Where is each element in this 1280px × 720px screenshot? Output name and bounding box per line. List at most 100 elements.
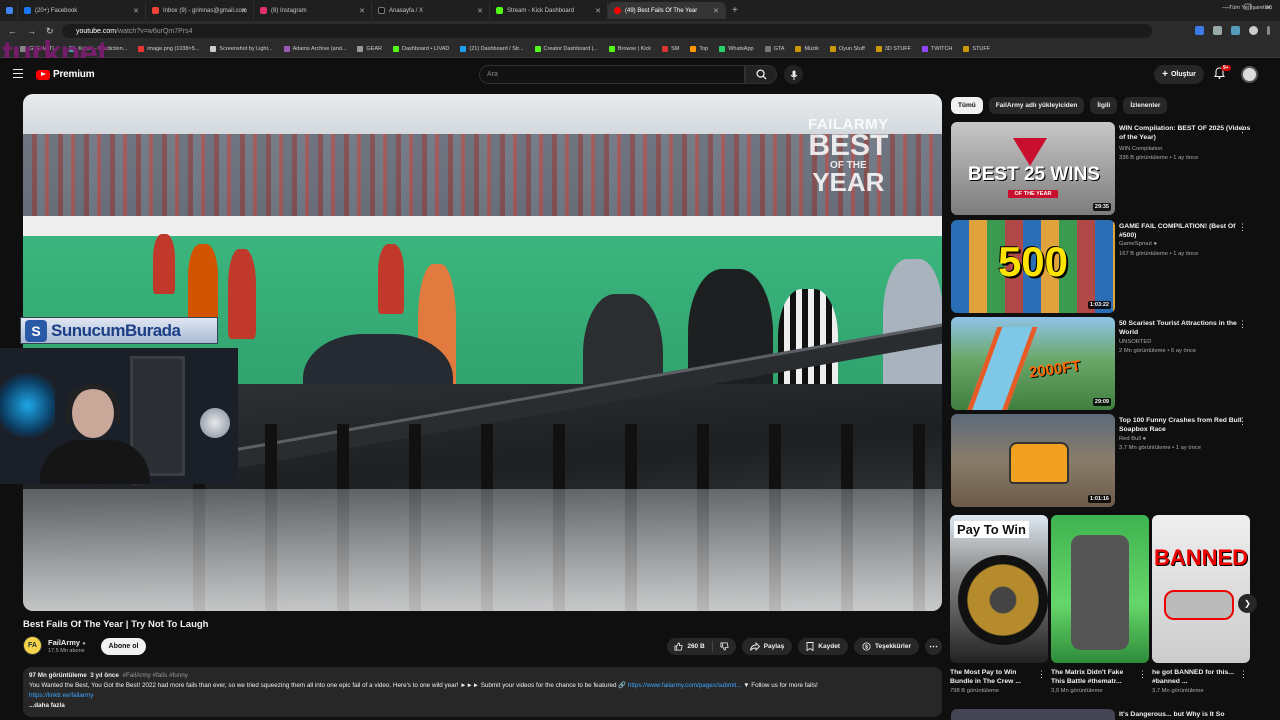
recommendation-item[interactable]: 2000FT 29:09 50 Scariest Tourist Attract…: [951, 317, 1271, 411]
video-thumbnail[interactable]: 1:01:16: [951, 414, 1115, 507]
wheel: [958, 555, 1048, 645]
search-button[interactable]: [745, 65, 777, 84]
close-tab-icon[interactable]: ✕: [595, 7, 601, 15]
tab-x[interactable]: Anasayfa / X ✕: [372, 2, 490, 19]
bookmark-item[interactable]: 3D STUFF: [875, 46, 911, 52]
search-input[interactable]: Ara: [479, 65, 745, 84]
bookmark-item[interactable]: image.png (1038×5...: [138, 46, 199, 52]
shorts-shelf: Pay To Win The Most Pay to Win Bundle in…: [950, 515, 1255, 715]
extension-icon[interactable]: [1195, 26, 1204, 35]
hashtags[interactable]: #FailArmy #fails #funny: [122, 672, 187, 679]
chip-from-uploader[interactable]: FailArmy adlı yükleyiciden: [988, 97, 1085, 114]
channel-avatar[interactable]: FA: [23, 636, 42, 655]
account-avatar[interactable]: [1241, 66, 1258, 83]
bookmark-item[interactable]: Dashboard • LIVAD: [393, 46, 449, 52]
bookmark-icon: [963, 46, 970, 52]
more-vert-icon[interactable]: ⋮: [1238, 319, 1247, 330]
close-tab-icon[interactable]: ✕: [133, 7, 139, 15]
bookmark-item[interactable]: Müzik: [795, 46, 819, 52]
youtube-logo[interactable]: Premium: [36, 69, 95, 80]
new-tab-button[interactable]: +: [732, 5, 738, 16]
more-vert-icon[interactable]: ⋮: [1238, 124, 1247, 135]
video-title: Best Fails Of The Year | Try Not To Laug…: [23, 619, 209, 630]
bookmark-item[interactable]: GTA: [764, 46, 784, 52]
bookmark-icon: [608, 46, 615, 52]
more-vert-icon[interactable]: ⋮: [1238, 222, 1247, 233]
chip-all[interactable]: Tümü: [951, 97, 983, 114]
short-item[interactable]: Pay To Win The Most Pay to Win Bundle in…: [950, 515, 1048, 694]
like-button[interactable]: 260 B: [667, 641, 713, 652]
bookmark-icon: [764, 46, 771, 52]
bookmark-item[interactable]: Oyun Stuff: [829, 46, 865, 52]
recommendation-item[interactable]: 500 1:03:22 GAME FAIL COMPILATION! (Best…: [951, 220, 1271, 314]
thanks-button[interactable]: $ Teşekkürler: [853, 638, 919, 655]
close-tab-icon[interactable]: ✕: [241, 7, 247, 15]
recommendation-item[interactable]: It's Dangerous... but Why is It So: [951, 709, 1271, 720]
submit-link[interactable]: https://www.failarmy.com/pages/submit...: [628, 682, 742, 689]
video-description[interactable]: 97 Mn görüntüleme 3 yıl önce #FailArmy #…: [23, 667, 942, 717]
more-vert-icon[interactable]: ⋮: [1138, 669, 1147, 680]
bookmark-item[interactable]: STUFF: [963, 46, 990, 52]
close-tab-icon[interactable]: ✕: [477, 7, 483, 15]
share-button[interactable]: Paylaş: [741, 638, 793, 655]
bookmark-icon: [795, 46, 802, 52]
hamburger-menu-icon[interactable]: [13, 69, 23, 78]
mic-icon: [790, 70, 797, 80]
short-thumbnail[interactable]: [1051, 515, 1149, 663]
tab-instagram[interactable]: (8) Instagram ✕: [254, 2, 372, 19]
create-button[interactable]: + Oluştur: [1154, 65, 1204, 84]
recommendation-item[interactable]: BEST 25 WINS OF THE YEAR 29:35 WIN Compi…: [951, 122, 1271, 216]
tab-facebook[interactable]: (20+) Facebook ✕: [18, 2, 146, 19]
more-vert-icon[interactable]: ⋮: [1238, 416, 1247, 427]
more-vert-icon[interactable]: ⋮: [1239, 669, 1248, 680]
channel-row: FA FailArmy ● 17,5 Mn abone Abone ol 260…: [23, 636, 942, 658]
bookmark-item[interactable]: Screenshot by Light...: [210, 46, 273, 52]
close-tab-icon[interactable]: ✕: [713, 7, 719, 15]
instagram-icon: [260, 7, 267, 14]
show-more[interactable]: ...daha fazla: [29, 702, 65, 709]
video-thumbnail[interactable]: 500 1:03:22: [951, 220, 1115, 313]
all-bookmarks[interactable]: Tüm Yer İşaretleri: [1229, 5, 1272, 11]
linktree-link[interactable]: https://linktr.ee/failarmy: [29, 692, 93, 699]
bookmark-item[interactable]: Browse | Kick: [608, 46, 651, 52]
video-thumbnail[interactable]: BEST 25 WINS OF THE YEAR 29:35: [951, 122, 1115, 215]
bookmark-item[interactable]: (21) Dashboard / Str...: [460, 46, 524, 52]
chevron-right-icon: ❯: [1244, 599, 1251, 608]
bookmark-item[interactable]: Adams Archive (and...: [283, 46, 346, 52]
chip-related[interactable]: İlgili: [1090, 97, 1118, 114]
close-tab-icon[interactable]: ✕: [359, 7, 365, 15]
dislike-button[interactable]: [713, 642, 736, 651]
tab-pinned[interactable]: [0, 2, 18, 19]
save-button[interactable]: Kaydet: [798, 638, 848, 655]
verified-icon: ●: [1153, 241, 1158, 247]
tab-gmail[interactable]: Inbox (9) - grimnas@gmail.com ✕: [146, 2, 254, 19]
menu-icon[interactable]: [1267, 26, 1270, 35]
bookmark-item[interactable]: Top: [690, 46, 708, 52]
bookmark-icon: [138, 46, 145, 52]
shorts-next-button[interactable]: ❯: [1238, 594, 1257, 613]
video-thumbnail[interactable]: 2000FT 29:09: [951, 317, 1115, 410]
short-item[interactable]: The Matrix Didn't Fake This Battle #them…: [1051, 515, 1149, 694]
more-vert-icon[interactable]: ⋮: [1037, 669, 1046, 680]
more-actions-button[interactable]: ⋯: [925, 638, 942, 655]
extension-icon[interactable]: [1213, 26, 1222, 35]
bookmark-item[interactable]: SM: [662, 46, 679, 52]
video-thumbnail[interactable]: [951, 709, 1115, 720]
bookmark-item[interactable]: GEAR: [357, 46, 382, 52]
recommendation-item[interactable]: 1:01:16 Top 100 Funny Crashes from Red B…: [951, 414, 1271, 508]
subscribe-button[interactable]: Abone ol: [101, 638, 146, 655]
bookmark-item[interactable]: WhatsApp: [719, 46, 754, 52]
tab-kick[interactable]: Stream - Kick Dashboard ✕: [490, 2, 608, 19]
mic-button[interactable]: [784, 65, 803, 84]
tab-youtube-active[interactable]: (49) Best Fails Of The Year ✕: [608, 2, 726, 19]
chip-watched[interactable]: İzlenenler: [1123, 97, 1168, 114]
short-thumbnail[interactable]: Pay To Win: [950, 515, 1048, 663]
bookmark-item[interactable]: Creator Dashboard |...: [534, 46, 598, 52]
bookmark-item[interactable]: TWITCH: [922, 46, 952, 52]
short-thumbnail[interactable]: BANNED: [1152, 515, 1250, 663]
url-input[interactable]: youtube.com/watch?v=w6urQm7Prs4: [62, 24, 1152, 38]
extension-icon[interactable]: [1231, 26, 1240, 35]
channel-name[interactable]: FailArmy ●: [48, 638, 86, 647]
profile-icon[interactable]: [1249, 26, 1258, 35]
short-item[interactable]: BANNED he got BANNED for this... #banned…: [1152, 515, 1250, 694]
